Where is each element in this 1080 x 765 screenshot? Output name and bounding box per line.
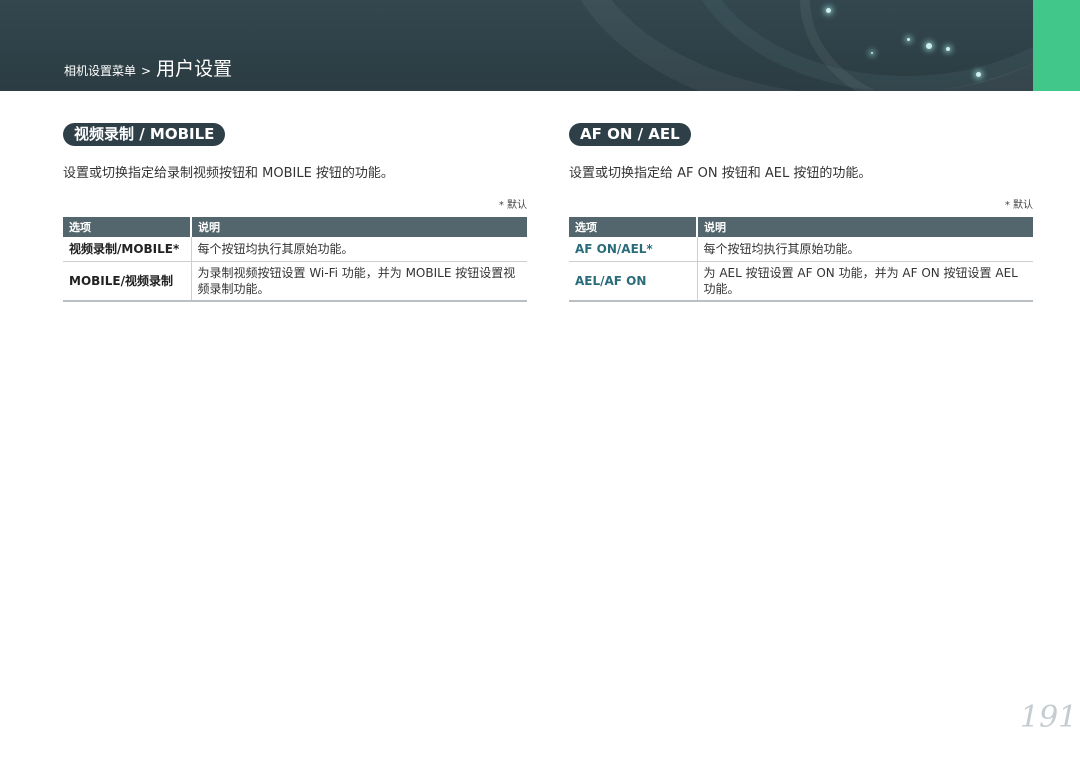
breadcrumb-parent[interactable]: 相机设置菜单 bbox=[64, 62, 136, 79]
table-row: AF ON/AEL* 每个按钮均执行其原始功能。 bbox=[569, 237, 1033, 262]
table-row: 视频录制/MOBILE* 每个按钮均执行其原始功能。 bbox=[63, 237, 527, 262]
sparkle-dot bbox=[826, 8, 831, 13]
section-title: AF ON / AEL bbox=[569, 123, 691, 146]
column-header-description: 说明 bbox=[191, 217, 527, 237]
page-header-banner: 相机设置菜单 > 用户设置 bbox=[0, 0, 1033, 91]
page-title: 用户设置 bbox=[156, 58, 233, 80]
table-header-row: 选项 说明 bbox=[569, 217, 1033, 237]
section-title: 视频录制 / MOBILE bbox=[63, 123, 226, 146]
column-header-option: 选项 bbox=[569, 217, 698, 237]
breadcrumb: 相机设置菜单 > 用户设置 bbox=[64, 54, 232, 81]
options-table: 选项 说明 AF ON/AEL* 每个按钮均执行其原始功能。 AEL/AF ON… bbox=[569, 217, 1033, 302]
option-description: 为录制视频按钮设置 Wi-Fi 功能，并为 MOBILE 按钮设置视频录制功能。 bbox=[191, 261, 527, 302]
default-note: * 默认 bbox=[498, 200, 527, 211]
options-table: 选项 说明 视频录制/MOBILE* 每个按钮均执行其原始功能。 MOBILE/… bbox=[63, 217, 527, 302]
default-note: * 默认 bbox=[1004, 200, 1033, 211]
breadcrumb-separator: > bbox=[141, 64, 152, 78]
section-description: 设置或切换指定给 AF ON 按钮和 AEL 按钮的功能。 bbox=[569, 166, 872, 181]
table-row: AEL/AF ON 为 AEL 按钮设置 AF ON 功能，并为 AF ON 按… bbox=[569, 261, 1033, 302]
section-description: 设置或切换指定给录制视频按钮和 MOBILE 按钮的功能。 bbox=[63, 166, 394, 181]
chapter-tab[interactable] bbox=[1033, 0, 1080, 91]
option-description: 每个按钮均执行其原始功能。 bbox=[191, 237, 527, 262]
sparkle-dot bbox=[907, 38, 910, 41]
option-description: 每个按钮均执行其原始功能。 bbox=[697, 237, 1033, 262]
table-header-row: 选项 说明 bbox=[63, 217, 527, 237]
option-name: 视频录制/MOBILE* bbox=[63, 237, 192, 262]
sparkle-dot bbox=[926, 43, 932, 49]
sparkle-dot bbox=[871, 52, 873, 54]
column-header-option: 选项 bbox=[63, 217, 192, 237]
sparkle-dot bbox=[976, 72, 981, 77]
option-description: 为 AEL 按钮设置 AF ON 功能，并为 AF ON 按钮设置 AEL 功能… bbox=[697, 261, 1033, 302]
column-header-description: 说明 bbox=[697, 217, 1033, 237]
option-name: AEL/AF ON bbox=[569, 261, 698, 302]
option-name: AF ON/AEL* bbox=[569, 237, 698, 262]
section-movie-mobile: 视频录制 / MOBILE 设置或切换指定给录制视频按钮和 MOBILE 按钮的… bbox=[63, 123, 527, 302]
table-row: MOBILE/视频录制 为录制视频按钮设置 Wi-Fi 功能，并为 MOBILE… bbox=[63, 261, 527, 302]
section-afon-ael: AF ON / AEL 设置或切换指定给 AF ON 按钮和 AEL 按钮的功能… bbox=[569, 123, 1033, 302]
sparkle-dot bbox=[946, 47, 950, 51]
page-number: 191 bbox=[1020, 700, 1078, 735]
option-name: MOBILE/视频录制 bbox=[63, 261, 192, 302]
